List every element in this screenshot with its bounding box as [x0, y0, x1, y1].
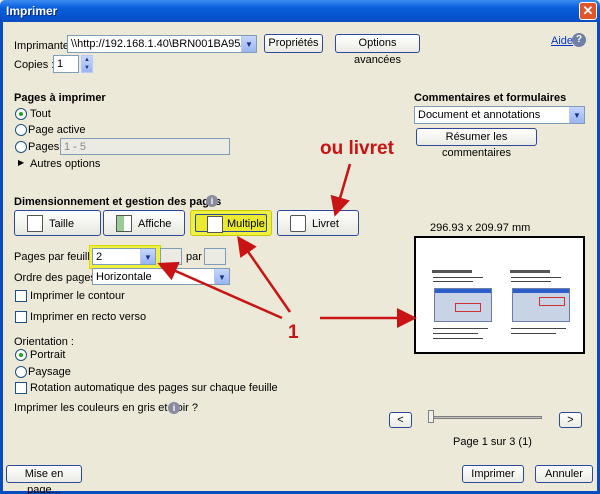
- chevron-down-icon: ▼: [214, 269, 229, 284]
- pages-per-sheet-value: 2: [96, 251, 103, 263]
- info-icon[interactable]: i: [206, 195, 218, 207]
- page-order-value: Horizontale: [96, 271, 152, 283]
- orientation-heading: Orientation :: [14, 336, 74, 348]
- preview-slider-track[interactable]: [430, 416, 542, 419]
- radio-current-page[interactable]: [15, 124, 27, 136]
- poster-mode-label: Affiche: [138, 218, 172, 230]
- window-title: Imprimer: [6, 4, 58, 18]
- expand-triangle-icon[interactable]: ▶: [18, 158, 24, 167]
- page-order-label: Ordre des pages :: [14, 272, 103, 284]
- close-icon: ✕: [582, 3, 594, 18]
- radio-pages[interactable]: [15, 141, 27, 153]
- chevron-down-icon: ▼: [569, 107, 584, 123]
- rows-input[interactable]: [204, 248, 226, 265]
- printer-label: Imprimante :: [14, 40, 76, 52]
- help-link[interactable]: Aide: [551, 35, 573, 47]
- comments-heading: Commentaires et formulaires: [414, 92, 567, 104]
- comments-select[interactable]: Document et annotations ▼: [414, 106, 585, 124]
- chevron-down-icon: ▼: [241, 36, 256, 52]
- booklet-mode-label: Livret: [312, 218, 339, 230]
- pages-heading: Pages à imprimer: [14, 92, 106, 104]
- copies-value: 1: [57, 58, 64, 70]
- booklet-mode-button[interactable]: Livret: [277, 210, 359, 236]
- annotation-or-booklet: ou livret: [320, 138, 394, 159]
- help-icon[interactable]: ?: [572, 33, 586, 47]
- copies-input[interactable]: 1: [53, 55, 79, 73]
- poster-mode-button[interactable]: Affiche: [103, 210, 185, 236]
- multiple-mode-label: Multiple: [227, 218, 265, 230]
- next-page-button[interactable]: >: [559, 412, 582, 428]
- radio-all-label: Tout: [30, 108, 51, 120]
- landscape-label: Paysage: [28, 366, 71, 378]
- info-icon[interactable]: i: [168, 402, 180, 414]
- pages-range-input[interactable]: 1 - 5: [60, 138, 230, 155]
- summarize-comments-button[interactable]: Résumer les commentaires: [416, 128, 537, 159]
- size-mode-button[interactable]: Taille: [14, 210, 101, 236]
- copies-stepper[interactable]: ▲ ▼: [81, 55, 93, 73]
- page-order-select[interactable]: Horizontale ▼: [92, 268, 230, 285]
- print-border-label: Imprimer le contour: [30, 290, 125, 302]
- tile-icon: [116, 215, 132, 232]
- booklet-icon: [290, 215, 306, 232]
- more-options-label[interactable]: Autres options: [30, 158, 100, 170]
- by-label: par: [186, 251, 202, 263]
- preview-page-2: [508, 268, 574, 346]
- radio-all[interactable]: [15, 108, 27, 120]
- radio-current-label: Page active: [28, 124, 86, 136]
- duplex-checkbox[interactable]: [15, 311, 27, 323]
- close-button[interactable]: ✕: [579, 2, 597, 20]
- title-bar: Imprimer ✕: [0, 0, 600, 22]
- preview-slider-thumb[interactable]: [428, 410, 434, 423]
- print-border-checkbox[interactable]: [15, 290, 27, 302]
- printer-select[interactable]: \\http://192.168.1.40\BRN001BA95AA949 ▼: [67, 35, 257, 53]
- previous-page-button[interactable]: <: [389, 412, 412, 428]
- multiple-pages-icon: [207, 216, 223, 233]
- printer-value: \\http://192.168.1.40\BRN001BA95AA949: [71, 38, 257, 50]
- comments-value: Document et annotations: [418, 109, 541, 121]
- radio-landscape[interactable]: [15, 366, 27, 378]
- sizing-heading: Dimensionnement et gestion des pages: [14, 196, 222, 208]
- copies-label: Copies :: [14, 59, 55, 71]
- page-setup-button[interactable]: Mise en page...: [6, 465, 82, 494]
- pages-per-sheet-select[interactable]: 2 ▼: [92, 248, 156, 265]
- page-info: Page 1 sur 3 (1): [453, 436, 532, 448]
- auto-rotate-checkbox[interactable]: [15, 382, 27, 394]
- duplex-label: Imprimer en recto verso: [30, 311, 147, 323]
- preview-size: 296.93 x 209.97 mm: [430, 222, 531, 234]
- cancel-button[interactable]: Annuler: [535, 465, 593, 483]
- annotation-number: 1: [288, 322, 299, 343]
- advanced-options-button[interactable]: Options avancées: [335, 34, 420, 66]
- page-size-icon: [27, 215, 43, 232]
- size-mode-label: Taille: [49, 218, 75, 230]
- pages-range-value: 1 - 5: [64, 141, 87, 153]
- portrait-label: Portrait: [30, 349, 66, 361]
- radio-portrait[interactable]: [15, 349, 27, 361]
- chevron-down-icon: ▼: [140, 249, 155, 264]
- multiple-mode-button[interactable]: Multiple: [190, 210, 272, 236]
- auto-rotate-label: Rotation automatique des pages sur chaqu…: [30, 382, 278, 394]
- properties-button[interactable]: Propriétés: [264, 34, 323, 53]
- preview-page-1: [430, 268, 496, 346]
- print-button[interactable]: Imprimer: [462, 465, 524, 483]
- radio-pages-label: Pages: [28, 141, 60, 153]
- columns-input[interactable]: [160, 248, 182, 265]
- print-preview: [414, 236, 585, 354]
